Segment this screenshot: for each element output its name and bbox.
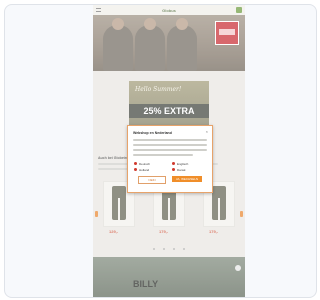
modal-title: Webshop en Nederland <box>133 131 172 135</box>
radio-option[interactable] <box>134 162 137 165</box>
confirm-button[interactable]: JA, WECHSELN <box>172 176 202 182</box>
option-label: Holland <box>139 168 150 172</box>
modal-text-line <box>133 149 207 151</box>
preview-card: Globus Hello Summer! 25% EXTRA Auch bei … <box>4 4 317 298</box>
radio-option[interactable] <box>134 168 137 171</box>
radio-option[interactable] <box>172 168 175 171</box>
option-label: Englisch <box>177 162 189 166</box>
cancel-button[interactable]: NEIN <box>138 176 166 184</box>
radio-option[interactable] <box>172 162 175 165</box>
country-select-modal: Webshop en Nederland × Deutsch Englisch … <box>127 125 213 193</box>
option-label: Deutsch <box>139 162 151 166</box>
option-label: Dansk <box>177 168 186 172</box>
close-icon[interactable]: × <box>206 129 208 134</box>
modal-text-line <box>133 139 207 141</box>
modal-text-line <box>133 144 207 146</box>
modal-text-line <box>133 154 193 156</box>
shop-screenshot: Globus Hello Summer! 25% EXTRA Auch bei … <box>93 5 245 297</box>
